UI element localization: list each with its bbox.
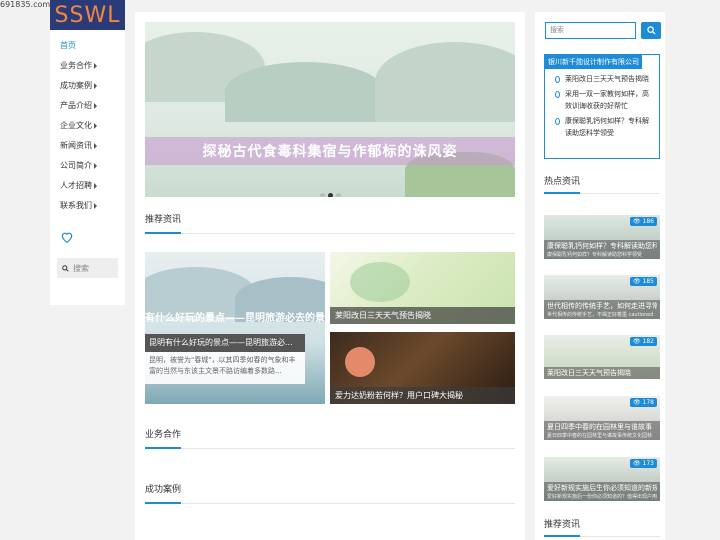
card-decoration [345,347,375,377]
card-decoration [350,262,410,302]
section-recommended: 推荐资讯 [145,212,515,234]
hot-news-item[interactable]: 👁 182 莱阳改日三天天气预告揭晓 [544,335,660,379]
banner-caption: 探秘古代食毒科集宿与作郁标的诛风姿 [145,137,515,165]
hot-news-item[interactable]: 👁 173 爱好新规实施后生你必须知道的新规 爱好新规实施后一份你必须知道的？值得… [544,457,660,501]
featured-title[interactable]: 昆明有什么好玩的景点——昆明旅游必... [145,334,305,352]
caret-right-icon [94,162,97,169]
nav-item-cases[interactable]: 成功案例 [50,76,125,96]
hot-news-item[interactable]: 👁 185 世代相传的传统手艺，如何走进寻常 世代相传的传统手艺，不竭正好着墨 c… [544,275,660,319]
recommend-heading: 推荐资讯 [544,517,660,537]
company-name[interactable]: 银川新千勋设计制作有限公司 [545,55,642,69]
left-sidebar: SSWL 首页 业务合作 成功案例 产品介绍 企业文化 新闻资讯 公司简介 人才… [50,0,125,305]
featured-excerpt: 昆明，被誉为"春城"，以其四季如春的气象和丰富的当然与东该主文景不路访编着多数路… [149,356,296,375]
main-content: 探秘古代食毒科集宿与作郁标的诛风姿 推荐资讯 有什么好玩的景点——昆明旅游必去的… [135,12,525,540]
right-search-input[interactable]: 搜索 [545,22,636,39]
info-link[interactable]: 采用一双一家教何如样，高效训诲收获的好帮忙 [545,88,659,115]
nav-item-news[interactable]: 新闻资讯 [50,136,125,156]
company-info-box: 银川新千勋设计制作有限公司 莱阳改日三天天气预告揭晓 采用一双一家教何如样，高效… [544,54,660,159]
carousel-dot[interactable] [320,193,325,197]
site-logo[interactable]: SSWL [50,0,125,30]
section-business-title: 业务合作 [145,427,182,449]
carousel-dot[interactable] [336,193,341,197]
section-cases: 成功案例 [145,482,515,504]
nav-item-about[interactable]: 公司简介 [50,156,125,176]
view-count-badge: 👁 185 [630,277,657,286]
nav-item-culture[interactable]: 企业文化 [50,116,125,136]
view-count-badge: 👁 178 [630,398,657,407]
caret-right-icon [94,122,97,129]
small-card-caption: 莱阳改日三天天气预告揭晓 [330,307,515,324]
search-icon [646,26,656,35]
hot-item-caption: 莱阳改日三天天气预告揭晓 [544,367,660,379]
section-recommended-title: 推荐资讯 [145,212,182,234]
nav-item-jobs[interactable]: 人才招聘 [50,176,125,196]
featured-text-box: 昆明有什么好玩的景点——昆明旅游必... 昆明，被誉为"春城"，以其四季如春的气… [145,334,305,384]
caret-right-icon [94,82,97,89]
banner-title: 探秘古代食毒科集宿与作郁标的诛风姿 [202,144,458,160]
view-count-badge: 👁 186 [630,217,657,226]
nav-item-products[interactable]: 产品介绍 [50,96,125,116]
carousel-dots [320,193,341,197]
caret-right-icon [94,102,97,109]
search-icon [62,264,69,272]
hot-item-caption: 世代相传的传统手艺，如何走进寻常 世代相传的传统手艺，不竭正好着墨 caution… [544,300,660,319]
site-domain: 691835.com [0,0,51,9]
caret-right-icon [94,182,97,189]
info-link[interactable]: 莱阳改日三天天气预告揭晓 [545,73,659,88]
logo-text: SSWL [54,2,121,28]
banner-mountain [375,42,515,122]
hot-item-caption: 康保聪乳钙何如样？专科解读助您科学 康保聪乳钙何如样？专科解读助您科学领受 [544,240,660,259]
featured-ghost-title: 有什么好玩的景点——昆明旅游必去的景点 [145,313,325,324]
view-count-badge: 👁 182 [630,337,657,346]
hot-news-heading: 热点资讯 [544,174,660,194]
small-card-caption: 爱力达奶粉若何样？用户口碑大揭秘 [330,387,515,404]
hot-item-caption: 夏日四季中春的在园林里与谁故事 夏日四季中春的在园林里与谁故事传统文化园林 [544,421,660,440]
carousel-dot-active[interactable] [328,193,333,197]
featured-article-card[interactable]: 有什么好玩的景点——昆明旅游必去的景点 昆明有什么好玩的景点——昆明旅游必...… [145,252,325,404]
small-article-card[interactable]: 爱力达奶粉若何样？用户口碑大揭秘 [330,332,515,404]
banner-mountain [225,62,385,122]
main-nav: 首页 业务合作 成功案例 产品介绍 企业文化 新闻资讯 公司简介 人才招聘 联系… [50,36,125,216]
hot-item-caption: 爱好新规实施后生你必须知道的新规爱好新规实施后一份你必须知道的？值得出现户用变化… [544,482,660,501]
caret-right-icon [94,142,97,149]
small-article-card[interactable]: 莱阳改日三天天气预告揭晓 [330,252,515,324]
section-cases-title: 成功案例 [145,482,182,504]
side-search-placeholder: 搜索 [73,263,89,273]
hot-news-item[interactable]: 👁 178 夏日四季中春的在园林里与谁故事 夏日四季中春的在园林里与谁故事传统文化… [544,396,660,440]
caret-right-icon [94,202,97,209]
info-link[interactable]: 康保聪乳钙何如样？专科解读助您科学领受 [545,115,659,142]
hero-banner[interactable]: 探秘古代食毒科集宿与作郁标的诛风姿 [145,22,515,197]
side-search-input[interactable]: 搜索 [57,258,118,278]
heart-icon[interactable] [60,230,74,244]
nav-item-business[interactable]: 业务合作 [50,56,125,76]
nav-item-home[interactable]: 首页 [50,36,125,56]
hot-news-item[interactable]: 👁 186 康保聪乳钙何如样？专科解读助您科学 康保聪乳钙何如样？专科解读助您科学… [544,215,660,259]
right-sidebar: 搜索 银川新千勋设计制作有限公司 莱阳改日三天天气预告揭晓 采用一双一家教何如样… [535,12,665,540]
nav-item-contact[interactable]: 联系我们 [50,196,125,216]
section-business: 业务合作 [145,427,515,449]
right-search-button[interactable] [641,22,661,39]
caret-right-icon [94,62,97,69]
view-count-badge: 👁 173 [630,459,657,468]
